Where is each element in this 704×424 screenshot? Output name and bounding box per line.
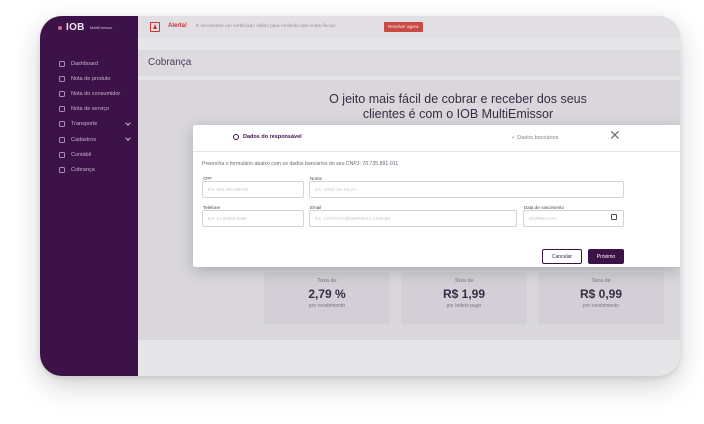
wallet-icon [59,166,65,173]
fee-label: Taxa de [591,278,611,284]
chevron-down-icon[interactable] [125,119,131,126]
alert-title: Alerta! [168,23,188,29]
users-icon [59,136,65,143]
alert-bar: Alerta! É necessário um certificado váli… [138,16,680,38]
sidebar-item-nota-servico[interactable]: Nota de serviço [40,102,138,117]
sidebar: IOB MultiEmissor Dashboard Nota de produ… [40,16,138,376]
sidebar-nav: Dashboard Nota de produto Nota do consum… [40,56,138,178]
page-header: Cobrança [138,50,680,76]
step-circle-icon [233,134,239,140]
tool-icon [59,106,65,113]
sidebar-item-contabil[interactable]: Contábil [40,147,138,162]
sidebar-item-label: Cadastros [71,136,97,143]
sidebar-item-label: Contábil [71,151,92,158]
sidebar-item-label: Nota do consumidor [71,90,121,97]
hero-heading: O jeito mais fácil de cobrar e receber d… [258,92,658,122]
step-responsible[interactable]: Dados do responsável [233,134,302,140]
responsible-data-modal: Dados do responsável ✓ Dados bancários ✕… [193,125,680,267]
calendar-icon[interactable] [611,214,617,220]
sidebar-item-nota-produto[interactable]: Nota de produto [40,71,138,86]
fee-value: R$ 0,99 [579,287,623,301]
brand-logo: IOB MultiEmissor [58,22,113,33]
fee-card: Taxa de R$ 0,99 por recebimento [538,272,664,324]
alert-message: É necessário um certificado válido para … [196,23,338,29]
truck-icon [59,121,65,128]
fee-subtext: por boleto pago [446,303,482,309]
modal-divider [193,151,680,152]
sidebar-item-label: Dashboard [71,60,98,67]
calculator-icon [59,151,65,158]
chevron-down-icon[interactable] [125,135,131,141]
cpf-field[interactable] [202,181,304,198]
box-icon [59,75,65,82]
fee-label: Taxa de [317,278,337,284]
page-title: Cobrança [148,57,192,68]
sidebar-item-label: Nota de serviço [71,106,110,113]
fee-subtext: por recebimento [308,303,346,309]
sidebar-item-label: Cobrança [71,166,95,173]
sidebar-item-cobranca[interactable]: Cobrança [40,162,138,177]
fee-subtext: por recebimento [582,303,620,309]
sidebar-item-cadastros[interactable]: Cadastros [40,132,138,147]
sidebar-item-label: Transporte [71,121,98,128]
step-label: Dados do responsável [243,134,302,140]
name-field[interactable] [309,181,624,198]
logo-text: IOB [66,22,85,33]
close-icon[interactable]: ✕ [609,128,621,142]
hero-line-2: clientes é com o IOB MultiEmissor [362,107,554,121]
resolve-now-button[interactable]: Resolver agora [384,21,423,32]
fee-value: 2,79 % [308,287,346,301]
logo-dot [58,25,62,30]
sidebar-item-dashboard[interactable]: Dashboard [40,56,138,71]
fee-label: Taxa de [454,278,474,284]
modal-intro-text: Preencha o formulário abaixo com os dado… [202,161,399,167]
fee-value: R$ 1,99 [442,287,486,301]
cancel-button[interactable]: Cancelar [542,249,582,264]
app-window: IOB MultiEmissor Dashboard Nota de produ… [40,16,680,376]
receipt-icon [59,90,65,97]
modal-dialog: Dados do responsável ✓ Dados bancários ✕… [193,125,680,267]
next-button[interactable]: Próximo [588,249,624,264]
step-bank-data[interactable]: ✓ Dados bancários [511,135,558,141]
email-field[interactable] [309,210,517,227]
logo-subtitle: MultiEmissor [89,25,113,30]
fee-cards: Taxa de 2,79 % por recebimento Taxa de R… [264,272,664,324]
dashboard-icon [59,60,65,67]
sidebar-item-label: Nota de produto [71,75,111,82]
phone-field[interactable] [202,210,304,227]
warning-icon [150,22,160,32]
sidebar-item-transporte[interactable]: Transporte [40,117,138,132]
birthdate-field[interactable] [523,210,624,227]
fee-card: Taxa de R$ 1,99 por boleto pago [401,272,527,324]
hero-line-1: O jeito mais fácil de cobrar e receber d… [329,92,587,106]
sidebar-item-nota-consumidor[interactable]: Nota do consumidor [40,86,138,101]
fee-card: Taxa de 2,79 % por recebimento [264,272,390,324]
